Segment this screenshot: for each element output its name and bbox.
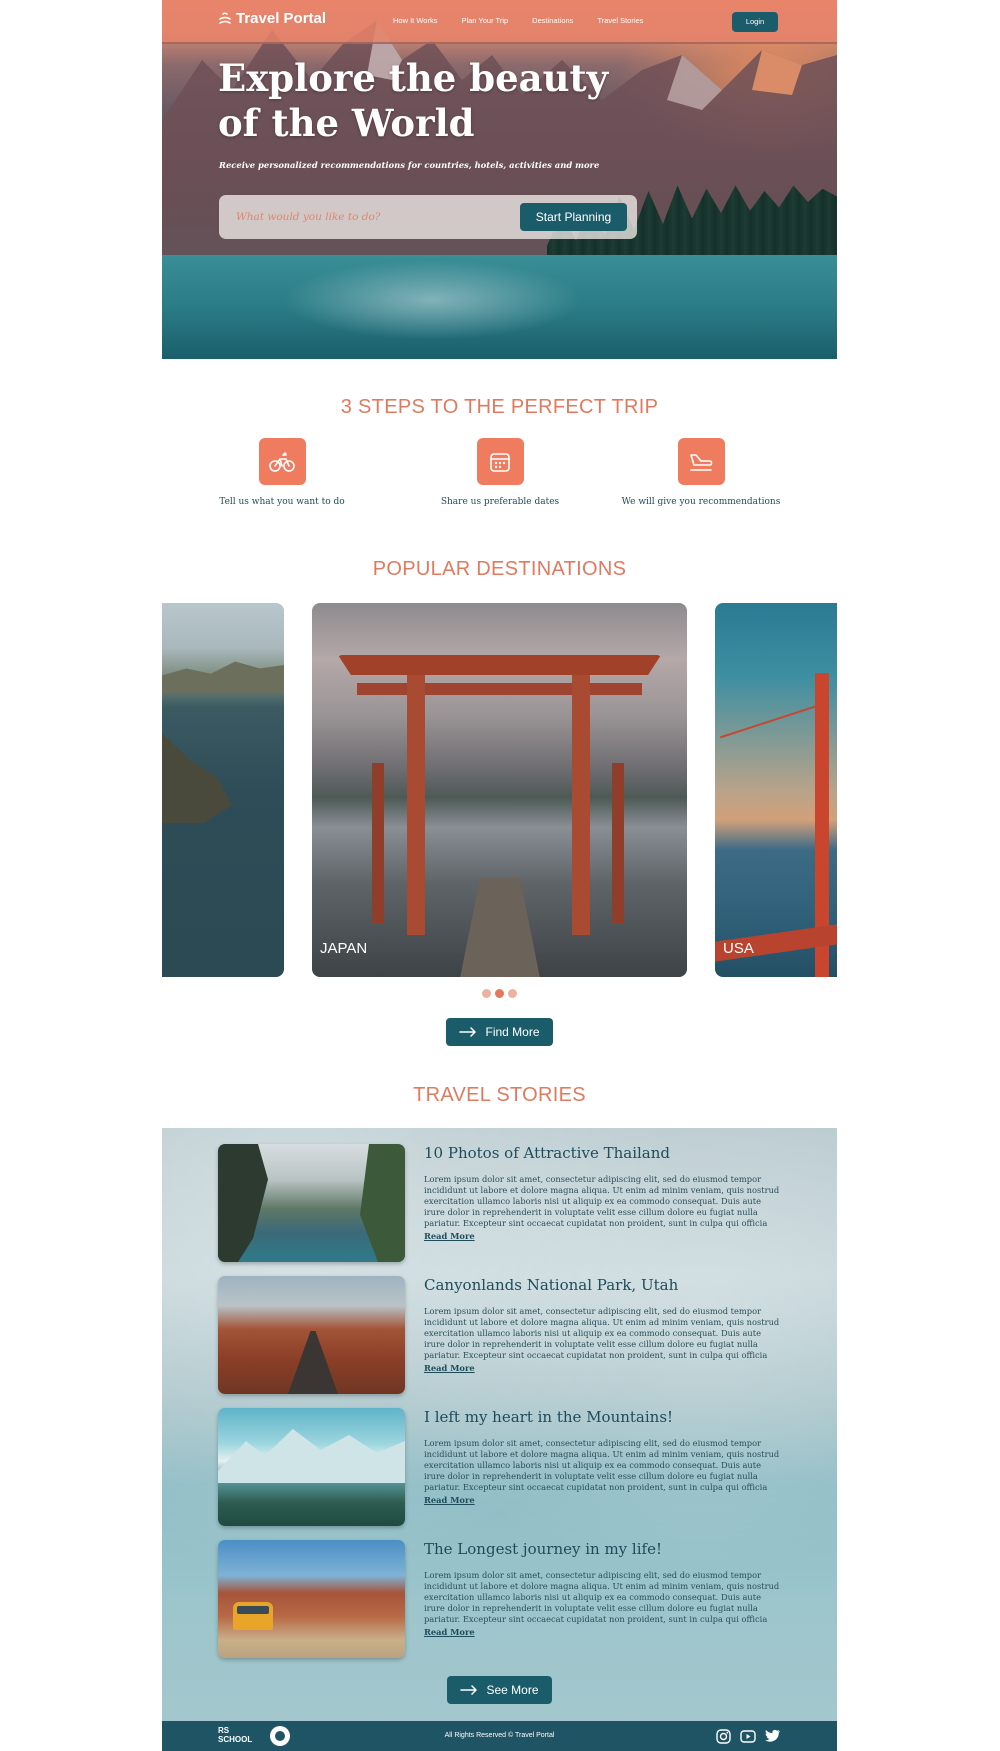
hero-subtitle: Receive personalized recommendations for… [219,160,600,170]
page: Travel Portal How It Works Plan Your Tri… [162,0,837,1751]
brand-name: Travel Portal [236,10,327,27]
search-input[interactable] [236,208,496,226]
story-title[interactable]: The Longest journey in my life! [424,1540,784,1558]
story-text: Lorem ipsum dolor sit amet, consectetur … [424,1306,780,1360]
carousel-dot[interactable] [482,989,491,998]
steps-title: 3 STEPS TO THE PERFECT TRIP [340,396,659,418]
start-planning-button[interactable]: Start Planning [520,203,627,231]
destination-card[interactable] [162,603,284,977]
bicycle-icon [258,438,306,485]
logo-icon [218,11,232,27]
carousel-dot[interactable] [508,989,517,998]
story-item: I left my heart in the Mountains! Lorem … [218,1408,779,1528]
step-item: Tell us what you want to do [192,438,372,507]
story-image[interactable] [218,1540,405,1658]
story-text: Lorem ipsum dolor sit amet, consectetur … [424,1570,780,1624]
story-title[interactable]: 10 Photos of Attractive Thailand [424,1144,784,1162]
destinations-title: POPULAR DESTINATIONS [372,558,627,580]
twitter-icon[interactable] [765,1728,781,1744]
stories-title: TRAVEL STORIES [413,1084,586,1106]
story-image[interactable] [218,1276,405,1394]
story-title[interactable]: I left my heart in the Mountains! [424,1408,784,1426]
story-text: Lorem ipsum dolor sit amet, consectetur … [424,1438,780,1492]
find-more-button[interactable]: Find More [446,1018,553,1046]
story-image[interactable] [218,1144,405,1262]
hero-section: Travel Portal How It Works Plan Your Tri… [162,0,837,359]
social-links [715,1728,781,1744]
footer: RS SCHOOL All Rights Reserved © Travel P… [162,1721,837,1751]
nav-links: How It Works Plan Your Trip Destinations… [393,16,643,25]
carousel-dots [482,989,517,998]
story-item: The Longest journey in my life! Lorem ip… [218,1540,779,1660]
see-more-label: See More [486,1683,539,1697]
step-label: Tell us what you want to do [219,497,345,507]
arrow-right-icon [459,1027,477,1037]
nav-link-destinations[interactable]: Destinations [532,16,573,25]
stories-section: 10 Photos of Attractive Thailand Lorem i… [162,1128,837,1721]
see-more-button[interactable]: See More [447,1676,552,1704]
step-label: Share us preferable dates [440,497,560,507]
destination-label: JAPAN [320,940,368,957]
story-title[interactable]: Canyonlands National Park, Utah [424,1276,784,1294]
login-button[interactable]: Login [732,12,778,32]
destination-label: USA [723,940,754,957]
story-item: Canyonlands National Park, Utah Lorem ip… [218,1276,779,1396]
instagram-icon[interactable] [715,1728,731,1744]
nav-link-how-it-works[interactable]: How It Works [393,16,437,25]
step-item: Share us preferable dates [410,438,590,507]
read-more-link[interactable]: Read More [424,1363,475,1373]
youtube-icon[interactable] [740,1728,756,1744]
read-more-link[interactable]: Read More [424,1495,475,1505]
calendar-icon [476,438,524,485]
search-box: Start Planning [219,195,637,239]
nav-link-plan-your-trip[interactable]: Plan Your Trip [461,16,508,25]
step-label: We will give you recommendations [621,497,781,507]
top-nav: Travel Portal How It Works Plan Your Tri… [162,0,837,44]
destination-card-japan[interactable]: JAPAN [312,603,687,977]
hero-title: Explore the beauty of the World [218,56,609,145]
find-more-label: Find More [485,1025,540,1039]
read-more-link[interactable]: Read More [424,1231,475,1241]
story-image[interactable] [218,1408,405,1526]
story-item: 10 Photos of Attractive Thailand Lorem i… [218,1144,779,1264]
nav-link-travel-stories[interactable]: Travel Stories [597,16,643,25]
carousel-dot-active[interactable] [495,989,504,998]
read-more-link[interactable]: Read More [424,1627,475,1637]
arrow-right-icon [460,1685,478,1695]
story-text: Lorem ipsum dolor sit amet, consectetur … [424,1174,780,1228]
destination-card-usa[interactable]: USA [715,603,837,977]
brand-logo[interactable]: Travel Portal [218,10,326,27]
step-item: We will give you recommendations [611,438,791,507]
plane-landing-icon [677,438,725,485]
